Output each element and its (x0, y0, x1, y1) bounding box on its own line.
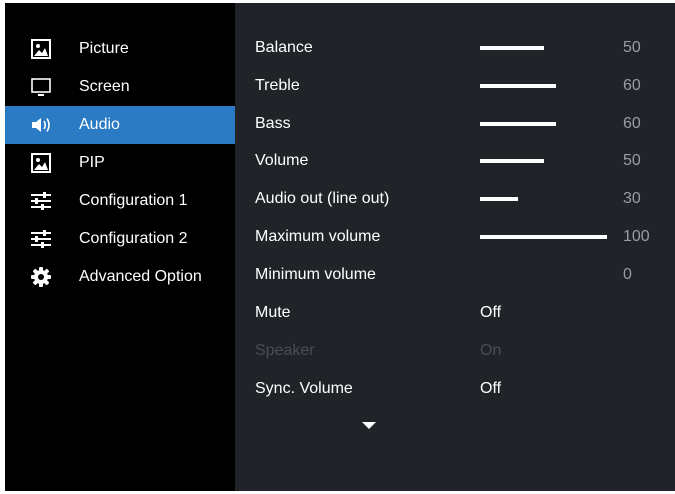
setting-label: Balance (255, 39, 313, 56)
setting-label: Treble (255, 77, 300, 94)
setting-row-speaker: Speaker On (235, 332, 675, 370)
sidebar-item-label: Screen (79, 78, 130, 95)
sidebar-item-configuration-2[interactable]: Configuration 2 (5, 220, 235, 258)
picture-icon (31, 153, 51, 173)
sidebar-item-label: Configuration 2 (79, 230, 188, 247)
level-bar[interactable] (480, 84, 556, 88)
setting-value: 50 (623, 152, 641, 169)
audio-settings-panel: Balance 50 Treble 60 Bass 60 Volume 50 A… (235, 3, 675, 491)
setting-label: Speaker (255, 342, 315, 359)
setting-value: 60 (623, 77, 641, 94)
setting-value: 100 (623, 228, 650, 245)
setting-value: 0 (623, 266, 632, 283)
setting-value: 50 (623, 39, 641, 56)
setting-row-minimum-volume[interactable]: Minimum volume 0 (235, 256, 675, 294)
level-bar[interactable] (480, 197, 518, 201)
level-bar[interactable] (480, 122, 556, 126)
scroll-down-arrow-icon[interactable] (362, 422, 376, 429)
setting-option-value: On (480, 342, 502, 359)
setting-option-value[interactable]: Off (480, 370, 501, 408)
setting-label: Minimum volume (255, 266, 376, 283)
setting-label: Audio out (line out) (255, 190, 390, 207)
setting-row-volume[interactable]: Volume 50 (235, 142, 675, 180)
settings-frame: Picture Screen Audio PIP Configuration 1 (5, 3, 675, 491)
setting-row-mute[interactable]: Mute Off (235, 294, 675, 332)
sidebar-item-advanced-option[interactable]: Advanced Option (5, 258, 235, 296)
setting-label: Maximum volume (255, 228, 381, 245)
sidebar-item-label: Audio (79, 116, 120, 133)
setting-row-treble[interactable]: Treble 60 (235, 67, 675, 105)
sidebar-item-label: PIP (79, 154, 105, 171)
level-bar[interactable] (480, 159, 544, 163)
sidebar-item-label: Advanced Option (79, 268, 202, 285)
sidebar-item-label: Picture (79, 40, 129, 57)
picture-icon (31, 39, 51, 59)
sidebar-item-screen[interactable]: Screen (5, 68, 235, 106)
setting-label: Bass (255, 115, 291, 132)
sidebar-item-pip[interactable]: PIP (5, 144, 235, 182)
setting-row-sync-volume[interactable]: Sync. Volume Off (235, 370, 675, 408)
sidebar-item-configuration-1[interactable]: Configuration 1 (5, 182, 235, 220)
setting-label: Mute (255, 304, 291, 321)
setting-row-balance[interactable]: Balance 50 (235, 29, 675, 67)
sliders-icon (31, 191, 51, 211)
sliders-icon (31, 229, 51, 249)
level-bar[interactable] (480, 235, 607, 239)
speaker-icon (31, 115, 51, 135)
level-bar[interactable] (480, 46, 544, 50)
sidebar-item-audio[interactable]: Audio (5, 106, 235, 144)
sidebar-item-picture[interactable]: Picture (5, 30, 235, 68)
setting-option-value[interactable]: Off (480, 294, 501, 332)
setting-label: Volume (255, 152, 309, 169)
monitor-icon (31, 77, 51, 97)
setting-row-bass[interactable]: Bass 60 (235, 105, 675, 143)
setting-label: Sync. Volume (255, 380, 353, 397)
sidebar: Picture Screen Audio PIP Configuration 1 (5, 3, 235, 491)
setting-value: 60 (623, 115, 641, 132)
setting-row-maximum-volume[interactable]: Maximum volume 100 (235, 218, 675, 256)
setting-row-audio-out[interactable]: Audio out (line out) 30 (235, 180, 675, 218)
sidebar-item-label: Configuration 1 (79, 192, 188, 209)
gear-icon (31, 267, 51, 287)
setting-value: 30 (623, 190, 641, 207)
